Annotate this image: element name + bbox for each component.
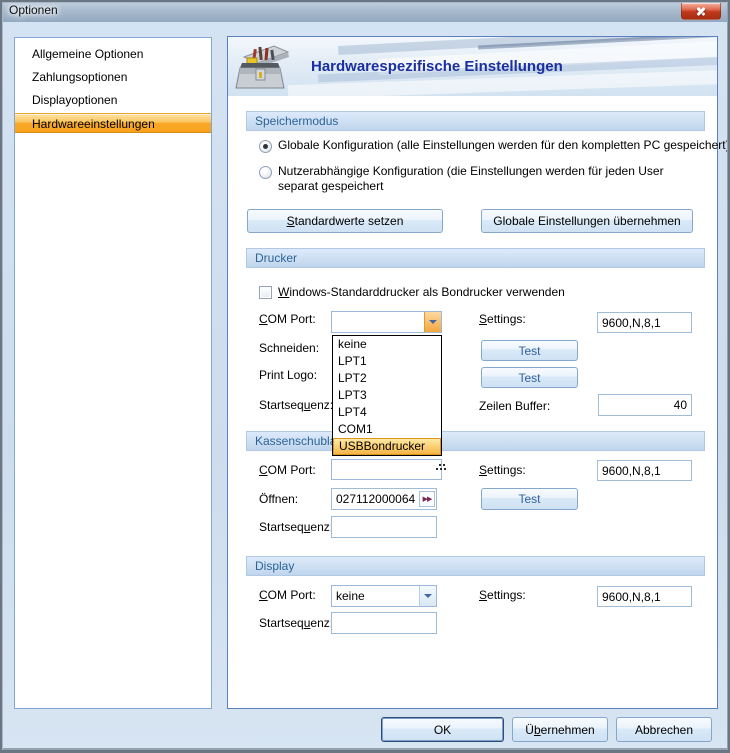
panel-header: Hardwarespezifische Einstellungen bbox=[228, 37, 717, 96]
chevron-down-icon bbox=[429, 320, 437, 324]
radio-nutzer-label-line2: separat gespeichert bbox=[278, 179, 383, 194]
radio-nutzer-label-line1: Nutzerabhängige Konfiguration (die Einst… bbox=[278, 164, 664, 179]
dropdown-item-keine[interactable]: keine bbox=[333, 336, 441, 353]
standardwerte-setzen-button[interactable]: Standardwerte setzen bbox=[247, 209, 443, 233]
button-label: Standardwerte setzen bbox=[287, 214, 404, 228]
display-com-port-combobox[interactable]: keine bbox=[331, 585, 437, 607]
oeffnen-label: Öffnen: bbox=[259, 492, 298, 507]
print-logo-test-button[interactable]: Test bbox=[481, 367, 578, 388]
kassen-settings-label: Settings: bbox=[479, 463, 526, 478]
display-startsequenz-label: Startsequenz: bbox=[259, 616, 333, 631]
dropdown-open-button[interactable] bbox=[424, 312, 441, 332]
dropdown-item-lpt3[interactable]: LPT3 bbox=[333, 387, 441, 404]
kassen-startsequenz-label: Startsequenz: bbox=[259, 520, 333, 535]
zeilen-buffer-label: Zeilen Buffer: bbox=[479, 399, 550, 414]
dropdown-button[interactable] bbox=[419, 586, 436, 606]
section-header-kassenschublade: Kassenschublade bbox=[246, 431, 705, 451]
kassen-startsequenz-input[interactable] bbox=[331, 516, 437, 538]
oeffnen-input[interactable]: 027112000064 ▶▶ bbox=[331, 488, 437, 510]
drucker-startsequenz-label: Startsequenz: bbox=[259, 398, 333, 413]
sidebar-item-allgemeine-optionen[interactable]: Allgemeine Optionen bbox=[15, 43, 211, 66]
display-settings-label: Settings: bbox=[479, 588, 526, 603]
sidebar: Allgemeine Optionen Zahlungsoptionen Dis… bbox=[14, 37, 212, 709]
sidebar-item-zahlungsoptionen[interactable]: Zahlungsoptionen bbox=[15, 66, 211, 89]
kassen-com-port-label: COM Port: bbox=[259, 463, 316, 478]
close-icon bbox=[696, 6, 706, 16]
forward-arrows-icon: ▶▶ bbox=[423, 495, 432, 503]
drucker-com-port-combobox[interactable] bbox=[331, 311, 442, 333]
title-bar: Optionen bbox=[0, 0, 730, 22]
section-header-display: Display bbox=[246, 556, 705, 576]
dropdown-item-lpt4[interactable]: LPT4 bbox=[333, 404, 441, 421]
toolbox-icon bbox=[234, 41, 292, 93]
panel-title: Hardwarespezifische Einstellungen bbox=[311, 58, 563, 75]
radio-globale-konfiguration[interactable] bbox=[259, 140, 272, 153]
schneiden-label: Schneiden: bbox=[259, 341, 319, 356]
display-settings-input[interactable]: 9600,N,8,1 bbox=[597, 586, 692, 607]
radio-nutzerabhaengige-konfiguration[interactable] bbox=[259, 166, 272, 179]
display-com-port-label: COM Port: bbox=[259, 588, 316, 603]
dropdown-item-usbbondrucker[interactable]: USBBondrucker bbox=[333, 438, 441, 455]
kassen-com-port-combobox[interactable] bbox=[331, 459, 442, 480]
uebernehmen-button[interactable]: Übernehmen bbox=[512, 717, 608, 742]
button-label: Übernehmen bbox=[525, 723, 594, 737]
abbrechen-button[interactable]: Abbrechen bbox=[616, 717, 712, 742]
display-startsequenz-input[interactable] bbox=[331, 612, 437, 634]
button-label: Globale Einstellungen übernehmen bbox=[493, 214, 680, 228]
sidebar-item-hardwareeinstellungen[interactable]: Hardwareeinstellungen bbox=[15, 113, 211, 133]
kassen-settings-input[interactable]: 9600,N,8,1 bbox=[597, 460, 692, 481]
com-port-dropdown-list: keine LPT1 LPT2 LPT3 LPT4 COM1 USBBondru… bbox=[332, 335, 442, 456]
grip-dots-icon bbox=[436, 468, 438, 470]
radio-globale-label: Globale Konfiguration (alle Einstellunge… bbox=[278, 138, 730, 153]
schneiden-test-button[interactable]: Test bbox=[481, 340, 578, 361]
ok-button[interactable]: OK bbox=[381, 717, 504, 742]
sidebar-item-displayoptionen[interactable]: Displayoptionen bbox=[15, 89, 211, 112]
globale-einstellungen-uebernehmen-button[interactable]: Globale Einstellungen übernehmen bbox=[481, 209, 693, 233]
dropdown-item-lpt1[interactable]: LPT1 bbox=[333, 353, 441, 370]
windows-standarddrucker-label: Windows-Standarddrucker als Bondrucker v… bbox=[278, 285, 565, 300]
drucker-settings-label: Settings: bbox=[479, 312, 526, 327]
zeilen-buffer-input[interactable]: 40 bbox=[598, 394, 692, 416]
dropdown-item-com1[interactable]: COM1 bbox=[333, 421, 441, 438]
options-dialog: Optionen Allgemeine Optionen Zahlungsopt… bbox=[0, 0, 730, 753]
close-button[interactable] bbox=[681, 2, 721, 20]
hardware-settings-panel: Hardwarespezifische Einstellungen Speich… bbox=[227, 36, 718, 709]
print-logo-label: Print Logo: bbox=[259, 368, 317, 383]
section-header-speichermodus: Speichermodus bbox=[246, 111, 705, 131]
drucker-settings-input[interactable]: 9600,N,8,1 bbox=[597, 312, 692, 333]
chevron-down-icon bbox=[424, 594, 432, 598]
kassen-test-button[interactable]: Test bbox=[481, 488, 578, 510]
send-sequence-button[interactable]: ▶▶ bbox=[419, 491, 435, 507]
section-header-drucker: Drucker bbox=[246, 248, 705, 268]
windows-standarddrucker-checkbox[interactable] bbox=[259, 286, 272, 299]
window-title: Optionen bbox=[9, 3, 58, 17]
dropdown-item-lpt2[interactable]: LPT2 bbox=[333, 370, 441, 387]
drucker-com-port-label: COM Port: bbox=[259, 312, 316, 327]
